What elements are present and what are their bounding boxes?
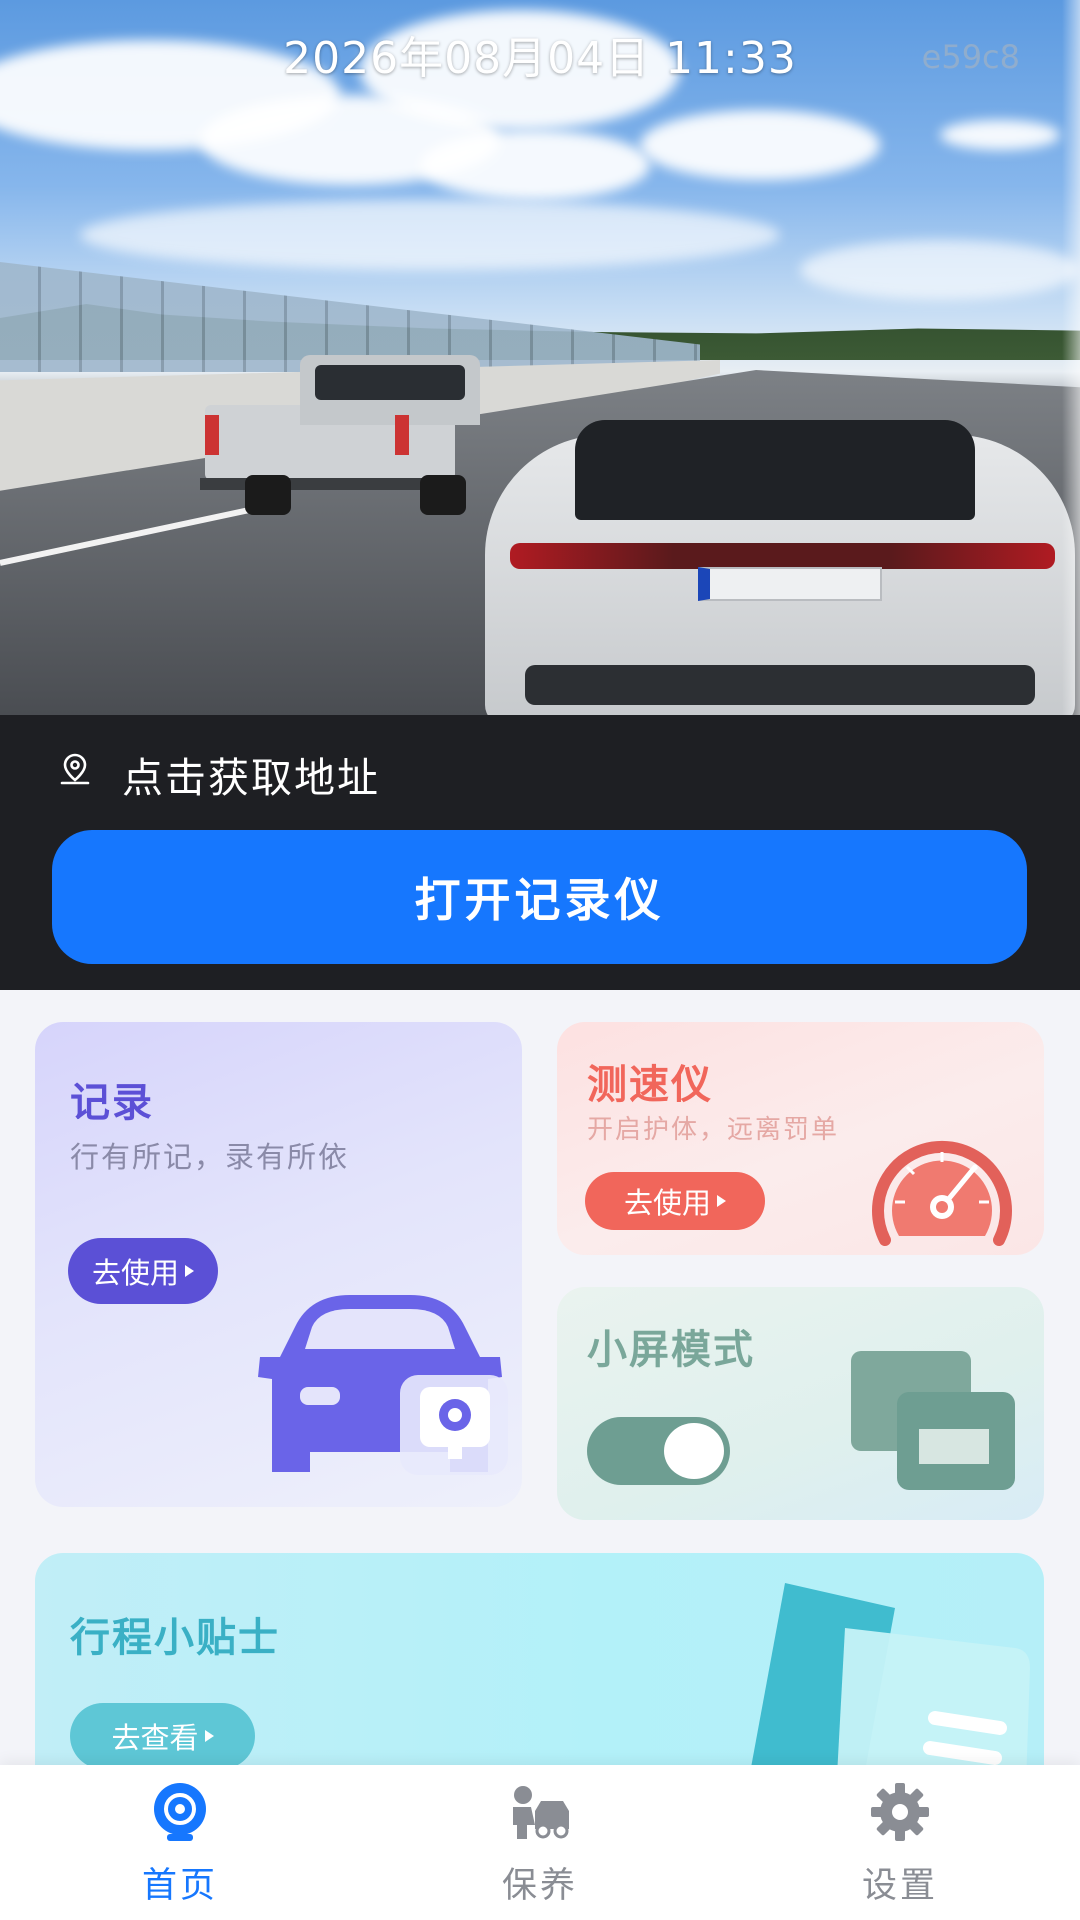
toggle-knob bbox=[664, 1423, 724, 1479]
play-arrow-icon bbox=[204, 1730, 214, 1742]
record-subtitle: 行有所记，录有所依 bbox=[70, 1140, 350, 1174]
camera-preview bbox=[0, 0, 1080, 715]
tips-title: 行程小贴士 bbox=[70, 1615, 280, 1661]
watermark: e59c8 bbox=[921, 38, 1020, 76]
overlapping-windows-icon bbox=[851, 1351, 1015, 1490]
nav-home[interactable]: 首页 bbox=[0, 1765, 360, 1920]
car-repair-icon bbox=[513, 1786, 569, 1839]
white-suv bbox=[485, 395, 1080, 715]
nav-home-label: 首页 bbox=[141, 1866, 218, 1906]
gear-icon bbox=[871, 1783, 929, 1841]
play-arrow-icon bbox=[185, 1265, 194, 1277]
mini-screen-card: 小屏模式 bbox=[557, 1287, 1044, 1520]
record-title: 记录 bbox=[70, 1080, 154, 1126]
speedometer-subtitle: 开启护体，远离罚单 bbox=[587, 1115, 840, 1145]
play-arrow-icon bbox=[717, 1195, 726, 1207]
mini-screen-title: 小屏模式 bbox=[587, 1327, 755, 1373]
camera-icon bbox=[154, 1783, 206, 1841]
record-use-label: 去使用 bbox=[91, 1256, 179, 1290]
get-address-link[interactable]: 点击获取地址 bbox=[122, 744, 380, 804]
open-recorder-button[interactable]: 打开记录仪 bbox=[52, 830, 1027, 964]
tips-view-button[interactable]: 去查看 bbox=[70, 1703, 255, 1769]
nav-maintenance[interactable]: 保养 bbox=[360, 1765, 720, 1920]
speedometer-card[interactable]: 测速仪 开启护体，远离罚单 去使用 bbox=[557, 1022, 1044, 1255]
nav-settings-label: 设置 bbox=[861, 1866, 938, 1906]
car-camera-icon bbox=[258, 1295, 508, 1475]
record-use-button[interactable]: 去使用 bbox=[68, 1238, 218, 1304]
nav-settings[interactable]: 设置 bbox=[720, 1765, 1080, 1920]
timestamp-overlay: 2026年08月04日 11:33 bbox=[283, 33, 797, 84]
speedometer-use-label: 去使用 bbox=[623, 1186, 711, 1220]
tips-view-label: 去查看 bbox=[111, 1721, 199, 1755]
speedometer-use-button[interactable]: 去使用 bbox=[585, 1172, 765, 1230]
nav-maintenance-label: 保养 bbox=[501, 1866, 578, 1906]
location-pin-icon[interactable] bbox=[58, 752, 92, 786]
record-card[interactable]: 记录 行有所记，录有所依 去使用 bbox=[35, 1022, 522, 1507]
speedometer-title: 测速仪 bbox=[587, 1062, 713, 1108]
mini-screen-toggle[interactable] bbox=[587, 1417, 730, 1485]
bottom-navigation: 首页 保养 设置 bbox=[0, 1765, 1080, 1920]
speedometer-icon bbox=[872, 1140, 1012, 1246]
